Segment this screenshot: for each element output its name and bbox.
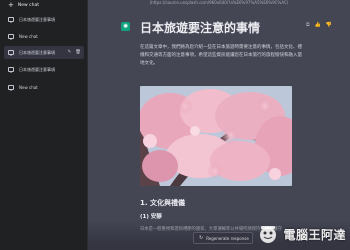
sidebar: + New chat 日本旅遊要注意事項 New chat 日本旅遊要注意事項 … (0, 0, 88, 250)
new-chat-label: New chat (17, 2, 39, 8)
sidebar-item-actions: ✎ 🗑 (68, 50, 82, 55)
sidebar-chat-item[interactable]: 日本旅遊要注意事項 (4, 63, 84, 76)
subsection-heading: (1) 安靜 (140, 214, 162, 220)
trash-icon[interactable]: 🗑 (75, 50, 81, 55)
sidebar-chat-label: New chat (19, 34, 38, 39)
cherry-blossom-image (140, 86, 292, 186)
edit-icon[interactable]: ✎ (68, 50, 72, 55)
sidebar-chat-item[interactable]: New chat (4, 81, 84, 94)
intro-paragraph: 在這篇文章中，我們將為您介紹一些在日本旅遊時需要注意的事情，包括文化、禮儀和交通… (140, 45, 302, 66)
chat-bubble-icon (8, 85, 14, 91)
watermark-logo-icon (260, 226, 277, 243)
sidebar-chat-label: 日本旅遊要注意事項 (19, 49, 55, 55)
image-url-text: (https://source.unsplash.com/960x640/?a%… (149, 0, 289, 5)
message-actions: ⧉ 👍 👎 (306, 22, 332, 28)
chat-bubble-icon (8, 17, 14, 23)
sidebar-chat-label: 日本旅遊要注意事項 (19, 66, 55, 72)
new-chat-button[interactable]: + New chat (4, 0, 84, 11)
assistant-avatar: ✺ (121, 22, 130, 31)
sidebar-chat-label: New chat (19, 85, 38, 90)
sidebar-chat-item[interactable]: 日本旅遊要注意事項 (4, 13, 84, 26)
chat-bubble-icon (8, 50, 14, 56)
chat-main-area: (https://source.unsplash.com/960x640/?a%… (88, 0, 350, 250)
sidebar-chat-item-active[interactable]: 日本旅遊要注意事項 ✎ 🗑 (4, 46, 84, 59)
response-title: 日本旅遊要注意的事情 (140, 21, 261, 35)
sidebar-chat-item[interactable]: New chat (4, 30, 84, 43)
regenerate-button[interactable]: ↻ Regenerate response (193, 232, 253, 244)
copy-icon[interactable]: ⧉ (306, 22, 310, 28)
watermark-text: 電腦王阿達 (283, 227, 346, 242)
plus-icon: + (8, 0, 14, 9)
sidebar-chat-label: 日本旅遊要注意事項 (19, 16, 55, 22)
regenerate-label: Regenerate response (206, 235, 249, 241)
refresh-icon: ↻ (199, 235, 204, 241)
chat-bubble-icon (8, 34, 14, 40)
watermark: 電腦王阿達 (256, 224, 346, 244)
section-heading: 1. 文化與禮儀 (140, 199, 185, 207)
chat-bubble-icon (8, 67, 14, 73)
thumbs-down-icon[interactable]: 👎 (326, 22, 332, 28)
thumbs-up-icon[interactable]: 👍 (315, 22, 321, 28)
openai-logo-icon: ✺ (122, 22, 129, 30)
